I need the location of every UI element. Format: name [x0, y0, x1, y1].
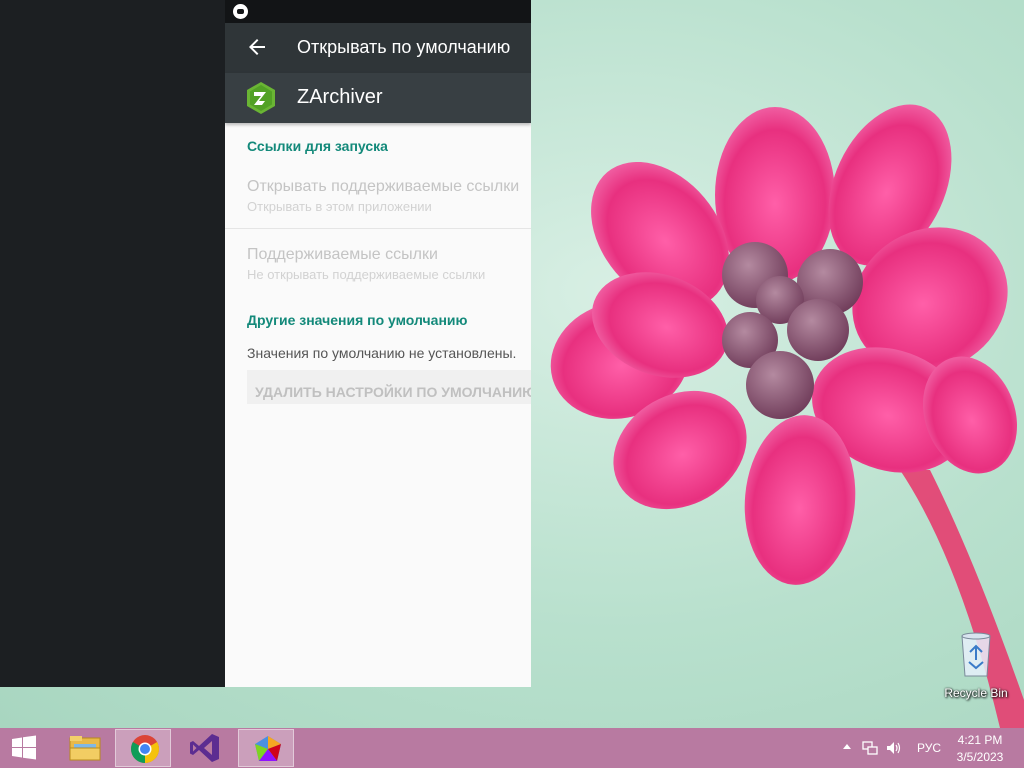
app-header: ZArchiver [225, 73, 531, 123]
windows-logo-icon [12, 735, 36, 760]
folder-icon [69, 736, 101, 761]
clear-defaults-button[interactable]: УДАЛИТЬ НАСТРОЙКИ ПО УМОЛЧАНИЮ [247, 370, 531, 404]
status-notification-icon [233, 4, 248, 19]
app-name: ZArchiver [297, 86, 383, 108]
volume-icon[interactable] [886, 740, 902, 756]
no-defaults-text: Значения по умолчанию не установлены. [247, 345, 517, 361]
network-icon[interactable] [862, 740, 878, 756]
start-button[interactable] [0, 728, 48, 768]
open-supported-links-pref[interactable]: Открывать поддерживаемые ссылки Открыват… [225, 178, 531, 214]
taskbar-chrome[interactable] [115, 729, 171, 767]
supported-links-pref[interactable]: Поддерживаемые ссылки Не открывать подде… [225, 246, 531, 282]
clock-date: 3/5/2023 [956, 750, 1004, 764]
taskbar-clock[interactable]: 4:21 PM 3/5/2023 [950, 732, 1010, 766]
taskbar-file-explorer[interactable] [56, 729, 112, 767]
back-arrow-icon[interactable] [245, 35, 269, 59]
taskbar: РУС 4:21 PM 3/5/2023 [0, 728, 1024, 768]
recycle-bin[interactable]: Recycle Bin [938, 630, 1014, 700]
taskbar-visual-studio[interactable] [176, 729, 232, 767]
open-supported-links-summary: Открывать в этом приложении [247, 199, 432, 214]
tray-overflow-icon[interactable] [842, 742, 852, 750]
recycle-bin-label: Recycle Bin [944, 686, 1008, 700]
chrome-icon [131, 735, 159, 763]
supported-links-title: Поддерживаемые ссылки [247, 246, 438, 263]
android-status-bar [225, 0, 531, 23]
taskbar-emulator[interactable] [238, 729, 294, 767]
section-header-launch-links: Ссылки для запуска [247, 138, 388, 154]
open-supported-links-title: Открывать поддерживаемые ссылки [247, 178, 520, 195]
app-bar: Открывать по умолчанию [225, 23, 531, 73]
page-title: Открывать по умолчанию [297, 37, 511, 57]
input-language-indicator[interactable]: РУС [917, 741, 941, 755]
android-app-window: Открывать по умолчанию ZArchiver Ссылки … [225, 0, 531, 687]
recycle-bin-icon [961, 632, 991, 677]
zarchiver-icon [247, 82, 275, 114]
visual-studio-icon [190, 734, 219, 762]
section-header-other-defaults: Другие значения по умолчанию [247, 312, 468, 328]
clock-time: 4:21 PM [957, 733, 1003, 747]
supported-links-summary: Не открывать поддерживаемые ссылки [247, 267, 486, 282]
emulator-icon [255, 736, 281, 761]
